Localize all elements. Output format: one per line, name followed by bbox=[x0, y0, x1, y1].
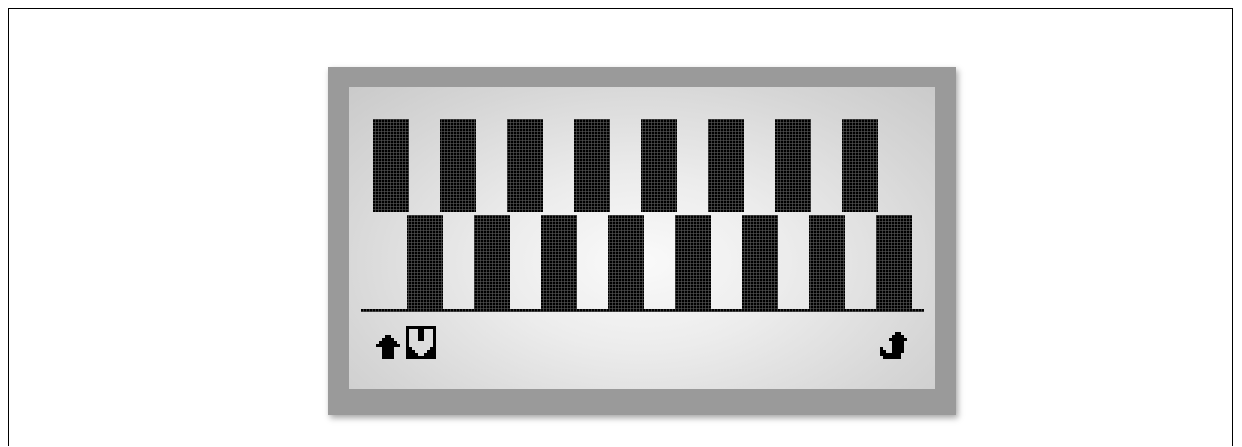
arrow-up-icon[interactable] bbox=[376, 335, 400, 359]
lcd-display bbox=[361, 119, 924, 359]
channel-bar-top-1 bbox=[373, 119, 409, 212]
channel-bar-top-4 bbox=[574, 119, 610, 212]
channel-row-bottom bbox=[407, 215, 912, 309]
channel-bar-top-6 bbox=[708, 119, 744, 212]
channel-bar-bottom-8 bbox=[876, 215, 912, 309]
return-icon[interactable] bbox=[880, 332, 907, 359]
channel-bar-bottom-2 bbox=[474, 215, 510, 309]
lcd-bezel bbox=[328, 67, 956, 415]
channel-bar-bottom-1 bbox=[407, 215, 443, 309]
channel-bar-top-8 bbox=[842, 119, 878, 212]
channel-bar-top-5 bbox=[641, 119, 677, 212]
lcd-screen bbox=[349, 87, 935, 389]
arrow-down-icon[interactable] bbox=[406, 326, 436, 359]
channel-bar-top-3 bbox=[507, 119, 543, 212]
channel-bar-bottom-4 bbox=[608, 215, 644, 309]
channel-bar-bottom-5 bbox=[675, 215, 711, 309]
channel-bar-bottom-3 bbox=[541, 215, 577, 309]
channel-bar-top-7 bbox=[775, 119, 811, 212]
baseline-divider bbox=[361, 309, 924, 312]
channel-bar-bottom-7 bbox=[809, 215, 845, 309]
window-frame bbox=[8, 8, 1233, 446]
channel-row-top bbox=[373, 119, 878, 212]
channel-bar-bottom-6 bbox=[742, 215, 778, 309]
channel-bar-top-2 bbox=[440, 119, 476, 212]
